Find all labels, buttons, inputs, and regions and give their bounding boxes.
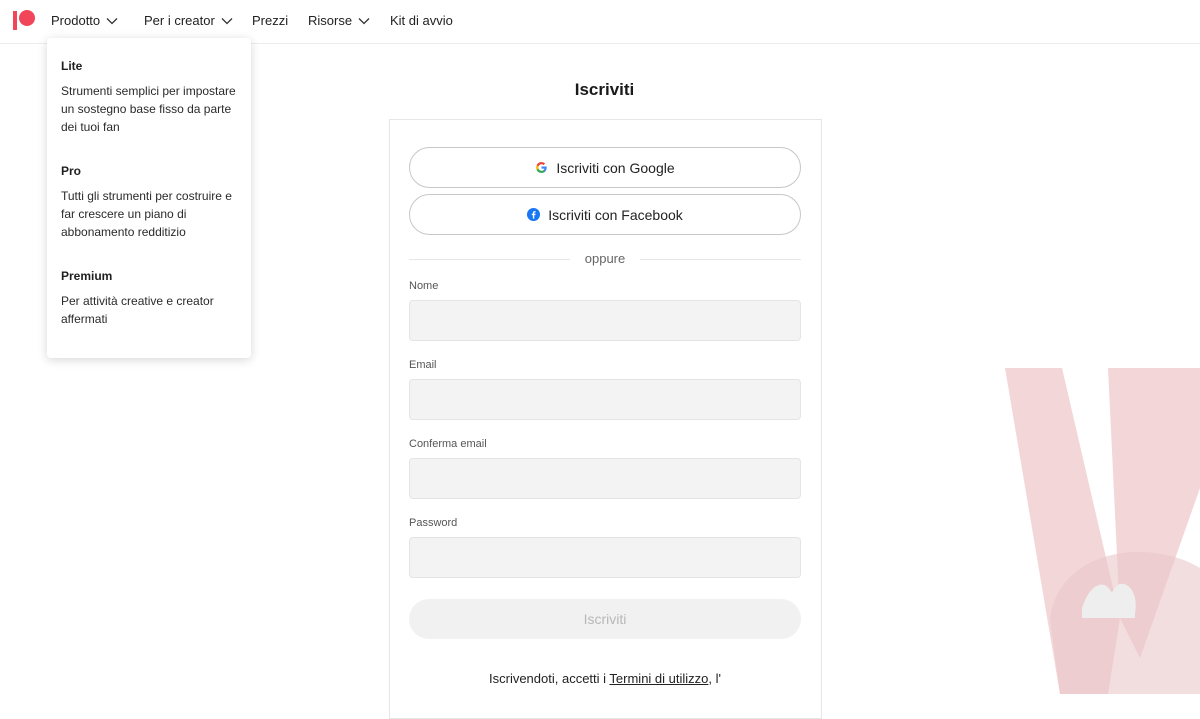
nav-item-per-i-creator[interactable]: Per i creator — [144, 13, 233, 28]
dropdown-item-pro-title[interactable]: Pro — [61, 164, 81, 178]
terms-text: Iscrivendoti, accetti i Termini di utili… — [409, 668, 801, 689]
divider-text: oppure — [570, 251, 640, 266]
signup-submit-button[interactable]: Iscriviti — [409, 599, 801, 639]
email-input[interactable] — [409, 379, 801, 420]
background-illustration — [1005, 368, 1200, 694]
chevron-down-icon — [106, 17, 118, 25]
signup-submit-label: Iscriviti — [583, 611, 627, 627]
password-label: Password — [409, 517, 458, 529]
nav-item-label: Per i creator — [144, 13, 215, 28]
name-label: Nome — [409, 280, 439, 292]
password-input[interactable] — [409, 537, 801, 578]
dropdown-item-premium-desc[interactable]: Per attività creative e creator affermat… — [61, 292, 243, 328]
terms-link[interactable]: Termini di utilizzo — [609, 671, 708, 686]
dropdown-item-pro-desc[interactable]: Tutti gli strumenti per costruire e far … — [61, 187, 243, 241]
facebook-signup-label: Iscriviti con Facebook — [548, 206, 683, 223]
email-label: Email — [409, 359, 437, 371]
nav-item-prezzi[interactable]: Prezzi — [252, 13, 288, 28]
nav-item-kit-di-avvio[interactable]: Kit di avvio — [390, 13, 453, 28]
nav-item-label: Prodotto — [51, 13, 101, 28]
facebook-signup-button[interactable]: Iscriviti con Facebook — [409, 194, 801, 235]
nav-item-label: Prezzi — [252, 13, 289, 28]
terms-suffix: , l' — [708, 671, 721, 686]
signup-form-card: Iscriviti con Google Iscriviti con Faceb… — [389, 119, 822, 719]
facebook-icon — [527, 208, 541, 221]
terms-prefix: Iscrivendoti, accetti i — [489, 671, 610, 686]
google-signup-label: Iscriviti con Google — [556, 159, 675, 176]
page-title: Iscriviti — [574, 80, 635, 99]
nav-item-label: Risorse — [308, 13, 353, 28]
google-signup-button[interactable]: Iscriviti con Google — [409, 147, 801, 188]
patreon-logo[interactable] — [13, 10, 35, 32]
chevron-down-icon — [221, 17, 233, 25]
google-icon — [535, 161, 548, 174]
dropdown-item-premium-title[interactable]: Premium — [61, 269, 112, 283]
name-input[interactable] — [409, 300, 801, 341]
dropdown-item-lite-title[interactable]: Lite — [61, 59, 82, 73]
confirm-email-input[interactable] — [409, 458, 801, 499]
nav-item-label: Kit di avvio — [390, 13, 453, 28]
nav-item-prodotto[interactable]: Prodotto — [51, 13, 118, 28]
nav-item-risorse[interactable]: Risorse — [308, 13, 370, 28]
confirm-email-label: Conferma email — [409, 438, 487, 450]
chevron-down-icon — [358, 17, 370, 25]
